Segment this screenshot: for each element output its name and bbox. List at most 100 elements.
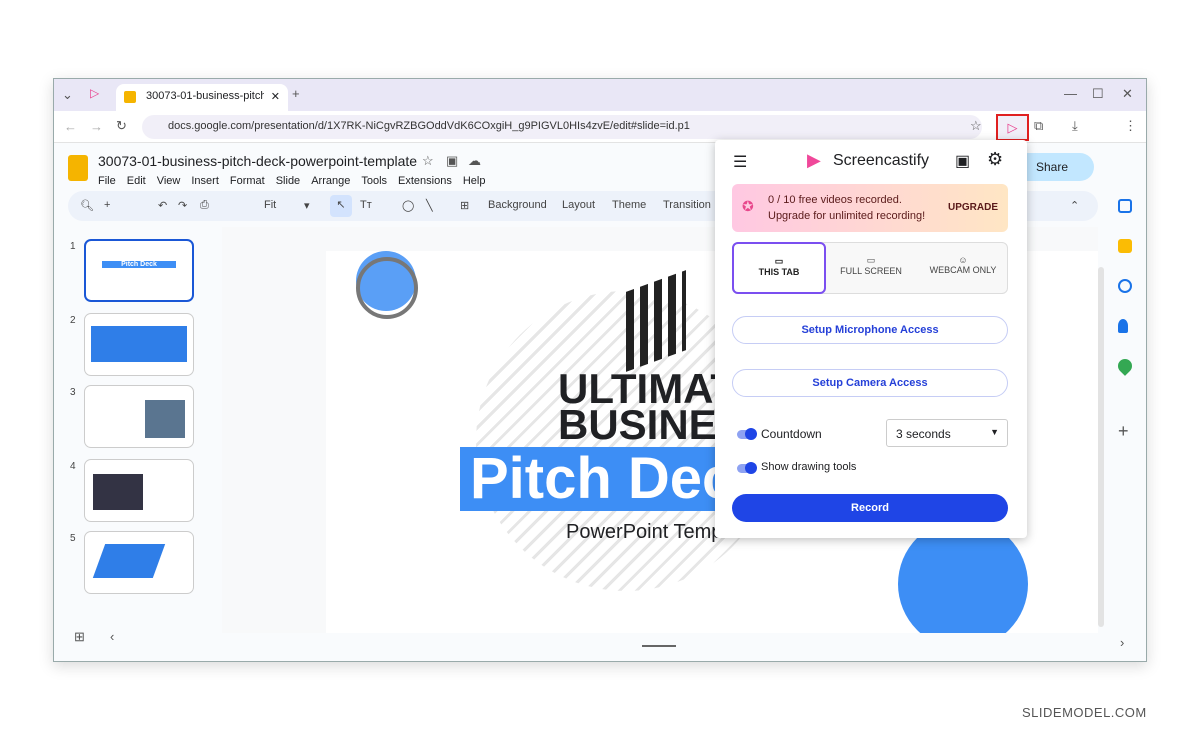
mode-this-tab[interactable]: ▭ THIS TAB — [732, 242, 826, 294]
slide-thumb-4[interactable] — [84, 459, 194, 522]
menu-file[interactable]: File — [98, 175, 116, 187]
theme-button[interactable]: Theme — [612, 199, 646, 211]
new-tab-icon[interactable]: + — [292, 86, 300, 101]
extensions-icon[interactable]: ⧉ — [1034, 118, 1043, 134]
ring-decoration — [356, 257, 418, 319]
watermark: SLIDEMODEL.COM — [1022, 705, 1147, 720]
menu-extensions[interactable]: Extensions — [398, 175, 452, 187]
countdown-value: 3 seconds — [896, 427, 951, 441]
close-window-icon[interactable]: ✕ — [1122, 86, 1133, 102]
cloud-status-icon: ☁ — [468, 153, 481, 168]
share-label: Share — [1036, 160, 1069, 174]
background-button[interactable]: Background — [488, 199, 547, 211]
screencastify-logo-icon: ▶ — [807, 150, 821, 170]
video-library-icon[interactable]: ▣ — [955, 151, 970, 171]
upgrade-notice: ✪ 0 / 10 free videos recorded. Upgrade f… — [732, 184, 1008, 232]
slides-logo-icon[interactable] — [68, 155, 88, 181]
tab-search-chevron-icon[interactable]: ⌄ — [62, 87, 73, 103]
maps-icon[interactable] — [1115, 356, 1135, 376]
url-input[interactable]: docs.google.com/presentation/d/1X7RK-NiC… — [142, 115, 982, 139]
zoom-dropdown-icon[interactable]: ▾ — [304, 199, 310, 212]
webcam-person-icon: ☺ — [958, 255, 968, 265]
drawing-tools-toggle[interactable] — [737, 462, 757, 474]
slide-thumb-3[interactable] — [84, 385, 194, 448]
screencastify-tab-icon[interactable]: ▷ — [90, 86, 99, 100]
slide-thumb-2[interactable] — [84, 313, 194, 376]
add-addon-icon[interactable]: + — [1118, 421, 1129, 442]
setup-camera-button[interactable]: Setup Camera Access — [732, 369, 1008, 397]
menu-format[interactable]: Format — [230, 175, 265, 187]
grid-view-icon[interactable]: ⊞ — [74, 629, 85, 645]
close-tab-icon[interactable]: ✕ — [271, 90, 280, 103]
mode-full-screen[interactable]: ▭ FULL SCREEN — [825, 255, 917, 276]
hamburger-menu-icon[interactable]: ☰ — [733, 152, 747, 172]
address-bar-row: ← → ↻ docs.google.com/presentation/d/1X7… — [54, 111, 1146, 143]
text-box-icon[interactable]: Tт — [360, 199, 372, 211]
menu-insert[interactable]: Insert — [191, 175, 219, 187]
capture-mode-selector: ▭ THIS TAB ▭ FULL SCREEN ☺ WEBCAM ONLY — [732, 242, 1008, 294]
menu-bar: File Edit View Insert Format Slide Arrange Tool… — [98, 171, 496, 189]
maximize-icon[interactable]: ☐ — [1092, 86, 1104, 102]
slides-favicon-icon — [124, 91, 136, 103]
screencastify-popup: ☰ ▶ Screencastify ▣ ⚙ ✪ 0 / 10 free vide… — [715, 140, 1027, 538]
upgrade-link[interactable]: UPGRADE — [948, 202, 998, 213]
menu-arrange[interactable]: Arrange — [311, 175, 350, 187]
menu-tools[interactable]: Tools — [361, 175, 387, 187]
more-menu-icon[interactable]: ⋮ — [1124, 118, 1137, 134]
countdown-label: Countdown — [761, 427, 822, 441]
minimize-icon[interactable]: — — [1064, 86, 1077, 101]
new-slide-icon[interactable]: + — [104, 199, 110, 211]
menu-view[interactable]: View — [157, 175, 181, 187]
bookmark-star-icon[interactable]: ☆ — [970, 118, 982, 134]
setup-microphone-button[interactable]: Setup Microphone Access — [732, 316, 1008, 344]
vertical-scrollbar[interactable] — [1098, 267, 1104, 627]
redo-icon[interactable]: ↷ — [178, 199, 187, 212]
back-icon[interactable]: ← — [64, 119, 77, 134]
collapse-toolbar-icon[interactable]: ⌃ — [1070, 199, 1079, 212]
mode-label: THIS TAB — [758, 267, 800, 277]
collapse-filmstrip-icon[interactable]: ‹ — [110, 629, 114, 644]
speaker-notes-handle[interactable] — [642, 645, 676, 647]
slide-thumb-5[interactable] — [84, 531, 194, 594]
shape-icon[interactable]: ◯ — [402, 199, 414, 212]
download-icon[interactable]: ⤓ — [1072, 118, 1078, 134]
tasks-icon[interactable] — [1118, 279, 1132, 293]
reload-icon[interactable]: ↻ — [116, 118, 127, 134]
contacts-icon[interactable] — [1118, 319, 1128, 333]
browser-window: ⌄ ▷ 30073-01-business-pitch-deck-powerpo… — [53, 78, 1147, 662]
active-tab[interactable]: 30073-01-business-pitch-deck-powerpoint-… — [116, 84, 288, 111]
star-icon[interactable]: ☆ — [422, 153, 434, 169]
award-icon: ✪ — [742, 198, 754, 214]
print-icon[interactable]: ⎙ — [200, 199, 209, 212]
countdown-toggle[interactable] — [737, 428, 757, 440]
transition-button[interactable]: Transition — [663, 199, 711, 211]
slide-number: 4 — [70, 461, 76, 472]
record-button[interactable]: Record — [732, 494, 1008, 522]
screencastify-extension-button[interactable]: ▷ — [996, 114, 1029, 141]
slide-number: 1 — [70, 241, 76, 252]
url-text: docs.google.com/presentation/d/1X7RK-NiC… — [168, 120, 690, 132]
browser-tab-icon: ▭ — [774, 256, 784, 266]
select-tool-icon[interactable]: ↖ — [330, 195, 352, 217]
slide-thumb-1[interactable]: Pitch Deck — [84, 239, 194, 302]
menu-help[interactable]: Help — [463, 175, 486, 187]
menu-edit[interactable]: Edit — [127, 175, 146, 187]
settings-gear-icon[interactable]: ⚙ — [987, 149, 1003, 170]
document-title[interactable]: 30073-01-business-pitch-deck-powerpoint-… — [98, 153, 417, 169]
calendar-icon[interactable] — [1118, 199, 1132, 213]
line-icon[interactable]: ╲ — [426, 199, 433, 212]
move-folder-icon[interactable]: ▣ — [446, 153, 458, 169]
menu-slide[interactable]: Slide — [276, 175, 300, 187]
drawing-tools-label: Show drawing tools — [761, 461, 857, 473]
forward-icon[interactable]: → — [90, 119, 103, 134]
mode-webcam-only[interactable]: ☺ WEBCAM ONLY — [917, 255, 1009, 275]
tab-title: 30073-01-business-pitch-deck-powerpoint-… — [146, 90, 264, 102]
layout-button[interactable]: Layout — [562, 199, 595, 211]
search-menus-icon[interactable]: 🔍︎ — [80, 199, 94, 212]
undo-icon[interactable]: ↶ — [158, 199, 167, 212]
zoom-select[interactable]: Fit — [264, 199, 276, 211]
countdown-select[interactable]: 3 seconds ▼ — [886, 419, 1008, 447]
comment-icon[interactable]: ⊞ — [460, 199, 469, 212]
expand-side-panel-icon[interactable]: › — [1120, 635, 1124, 650]
keep-icon[interactable] — [1118, 239, 1132, 253]
